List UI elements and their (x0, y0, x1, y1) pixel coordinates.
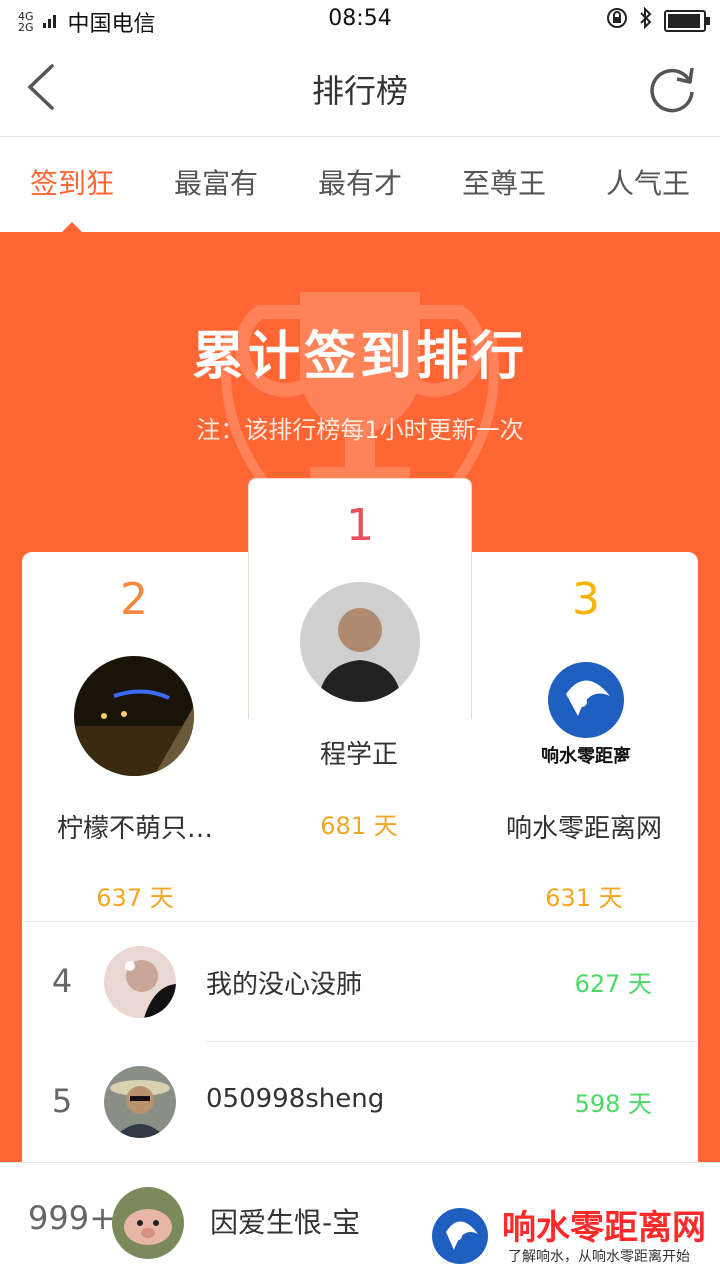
list-days: 627 天 (574, 970, 652, 998)
list-rank: 4 (51, 962, 73, 1000)
hero-title: 累计签到排行 (191, 327, 528, 387)
watermark-title: 响水零距离网 (502, 1208, 706, 1248)
update-note: 注：该排行榜每1小时更新一次 (196, 416, 524, 444)
list-rank: 5 (51, 1082, 73, 1120)
site-logo-icon (432, 1208, 488, 1264)
rank-1-avatar[interactable] (300, 582, 420, 702)
list-name: 我的没心没肺 (206, 970, 363, 1000)
refresh-icon[interactable] (646, 62, 698, 114)
tab-supreme[interactable]: 至尊王 (432, 137, 576, 232)
rank-1-name[interactable]: 程学正 (248, 734, 470, 771)
rank-3-avatar-text: 响水零距离 (541, 746, 631, 767)
tab-richest[interactable]: 最富有 (144, 137, 288, 232)
rank-2-avatar[interactable] (74, 656, 194, 776)
list-item[interactable]: 5 050998sheng 598 天 (22, 1042, 698, 1162)
rank-3-avatar[interactable]: 响水零距离 (526, 656, 646, 776)
watermark-subtitle: 了解响水，从响水零距离开始 (508, 1249, 690, 1265)
bluetooth-icon (638, 6, 654, 35)
my-name: 因爱生恨-宝 (210, 1206, 361, 1239)
rank-1-number: 1 (346, 500, 374, 551)
nav-bar: 排行榜 (0, 38, 720, 137)
list-days: 598 天 (574, 1090, 652, 1118)
lock-rotation-icon (606, 7, 628, 35)
my-avatar (112, 1187, 184, 1259)
list-avatar (104, 946, 176, 1018)
list-avatar (104, 1066, 176, 1138)
rank-3-name[interactable]: 响水零距离网 (470, 808, 698, 845)
tab-popular[interactable]: 人气王 (576, 137, 720, 232)
status-bar: 4G 2G 中国电信 08:54 (0, 0, 720, 38)
tab-checkin[interactable]: 签到狂 (0, 137, 144, 232)
ranking-tabs: 签到狂 最富有 最有才 至尊王 人气王 (0, 137, 720, 232)
rank-2-number: 2 (120, 574, 148, 625)
rank-2-name[interactable]: 柠檬不萌只… (22, 808, 248, 845)
list-name: 050998sheng (206, 1084, 385, 1114)
rank-2-days: 637 天 (96, 884, 174, 912)
page-title: 排行榜 (311, 72, 408, 110)
rank-3-number: 3 (572, 574, 600, 625)
battery-icon (664, 10, 710, 32)
my-rank: 999+ (28, 1199, 116, 1237)
status-right (606, 6, 710, 35)
rank-3-days: 631 天 (545, 884, 623, 912)
rank-1-days: 681 天 (320, 812, 398, 840)
tab-talented[interactable]: 最有才 (288, 137, 432, 232)
site-watermark: 响水零距离网 了解响水，从响水零距离开始 (430, 1200, 720, 1280)
list-item[interactable]: 4 我的没心没肺 627 天 (22, 922, 698, 1042)
